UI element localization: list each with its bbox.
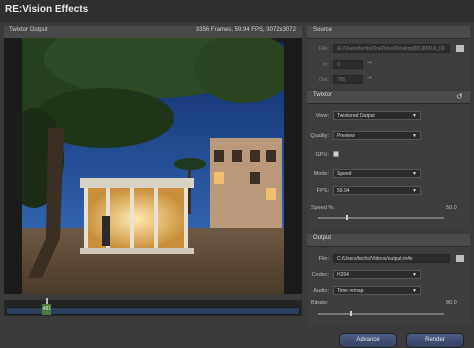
chevron-down-icon: ▼ <box>412 133 417 139</box>
mode-label: Mode: <box>313 171 329 177</box>
source-section-header[interactable]: Source <box>307 26 470 39</box>
folder-icon[interactable] <box>456 255 464 262</box>
viewer-title: Twixtor Output <box>9 27 48 33</box>
view-label: View: <box>315 113 329 119</box>
view-select-value: Twixtored Output <box>337 113 375 119</box>
mark-out-icon[interactable]: ⇥ <box>367 75 372 81</box>
twixtor-section-header[interactable]: Twixtor <box>307 91 470 104</box>
codec-label: Codec: <box>311 272 329 278</box>
speed-value: 50.0 <box>446 205 457 211</box>
quality-label: Quality: <box>310 133 329 139</box>
output-file-field[interactable]: C:/Users/techs/Videos/output.m4v <box>333 254 450 263</box>
chevron-down-icon: ▼ <box>412 288 417 294</box>
speed-label: Speed %: <box>311 205 335 211</box>
chevron-down-icon: ▼ <box>412 272 417 278</box>
bitrate-value: 80.0 <box>446 300 457 306</box>
fps-label: FPS: <box>316 188 329 194</box>
source-file-label: File: <box>318 46 329 52</box>
mark-in-icon[interactable]: ⇥ <box>367 60 372 66</box>
title-bar: RE:Vision Effects <box>0 0 474 22</box>
audio-select-value: Time remap <box>337 288 364 294</box>
timeline[interactable]: 481 <box>4 298 302 316</box>
video-preview <box>4 38 302 294</box>
reset-icon[interactable]: ↺ <box>456 92 463 101</box>
gpu-checkbox[interactable] <box>333 151 339 157</box>
source-in-field[interactable]: 0 <box>333 60 363 69</box>
fps-select[interactable]: 59.94 ▼ <box>333 186 421 195</box>
source-out-field[interactable]: 765 <box>333 75 363 84</box>
bitrate-slider-handle[interactable] <box>350 311 352 316</box>
codec-select[interactable]: H264 ▼ <box>333 270 421 279</box>
output-section-header[interactable]: Output <box>307 234 470 247</box>
source-section-title: Source <box>313 27 333 33</box>
gpu-label: GPU: <box>315 152 329 158</box>
view-select[interactable]: Twixtored Output ▼ <box>333 111 421 120</box>
source-file-field[interactable]: /E:/Users/techs/OneDrive/Desktop/DCIM/DJ… <box>333 44 450 53</box>
preview-image <box>4 38 302 294</box>
fps-select-value: 59.94 <box>337 188 350 194</box>
output-file-label: File: <box>318 256 329 262</box>
folder-icon[interactable] <box>456 45 464 52</box>
quality-select-value: Preview <box>337 133 355 139</box>
chevron-down-icon: ▼ <box>412 171 417 177</box>
audio-select[interactable]: Time remap ▼ <box>333 286 421 295</box>
render-button[interactable]: Render <box>406 333 464 348</box>
bitrate-label: Bitrate: <box>311 300 329 306</box>
chevron-down-icon: ▼ <box>412 113 417 119</box>
twixtor-section-title: Twixtor <box>313 92 333 98</box>
source-out-label: Out: <box>318 77 329 83</box>
mode-select[interactable]: Speed ▼ <box>333 169 421 178</box>
codec-select-value: H264 <box>337 272 349 278</box>
quality-select[interactable]: Preview ▼ <box>333 131 421 140</box>
chevron-down-icon: ▼ <box>412 188 417 194</box>
mode-select-value: Speed <box>337 171 352 177</box>
output-section-title: Output <box>313 235 332 241</box>
speed-slider-handle[interactable] <box>346 215 348 220</box>
app-title: RE:Vision Effects <box>5 4 89 15</box>
bitrate-slider[interactable] <box>318 313 444 315</box>
advance-button[interactable]: Advance <box>339 333 397 348</box>
twixtor-panel <box>307 104 470 230</box>
speed-slider[interactable] <box>318 217 444 219</box>
viewer-info: 3356 Frames, 59.94 FPS, 3072x3072 <box>195 27 296 33</box>
source-in-label: In: <box>322 62 329 68</box>
audio-label: Audio: <box>313 288 329 294</box>
playhead-frame[interactable]: 481 <box>42 304 52 315</box>
